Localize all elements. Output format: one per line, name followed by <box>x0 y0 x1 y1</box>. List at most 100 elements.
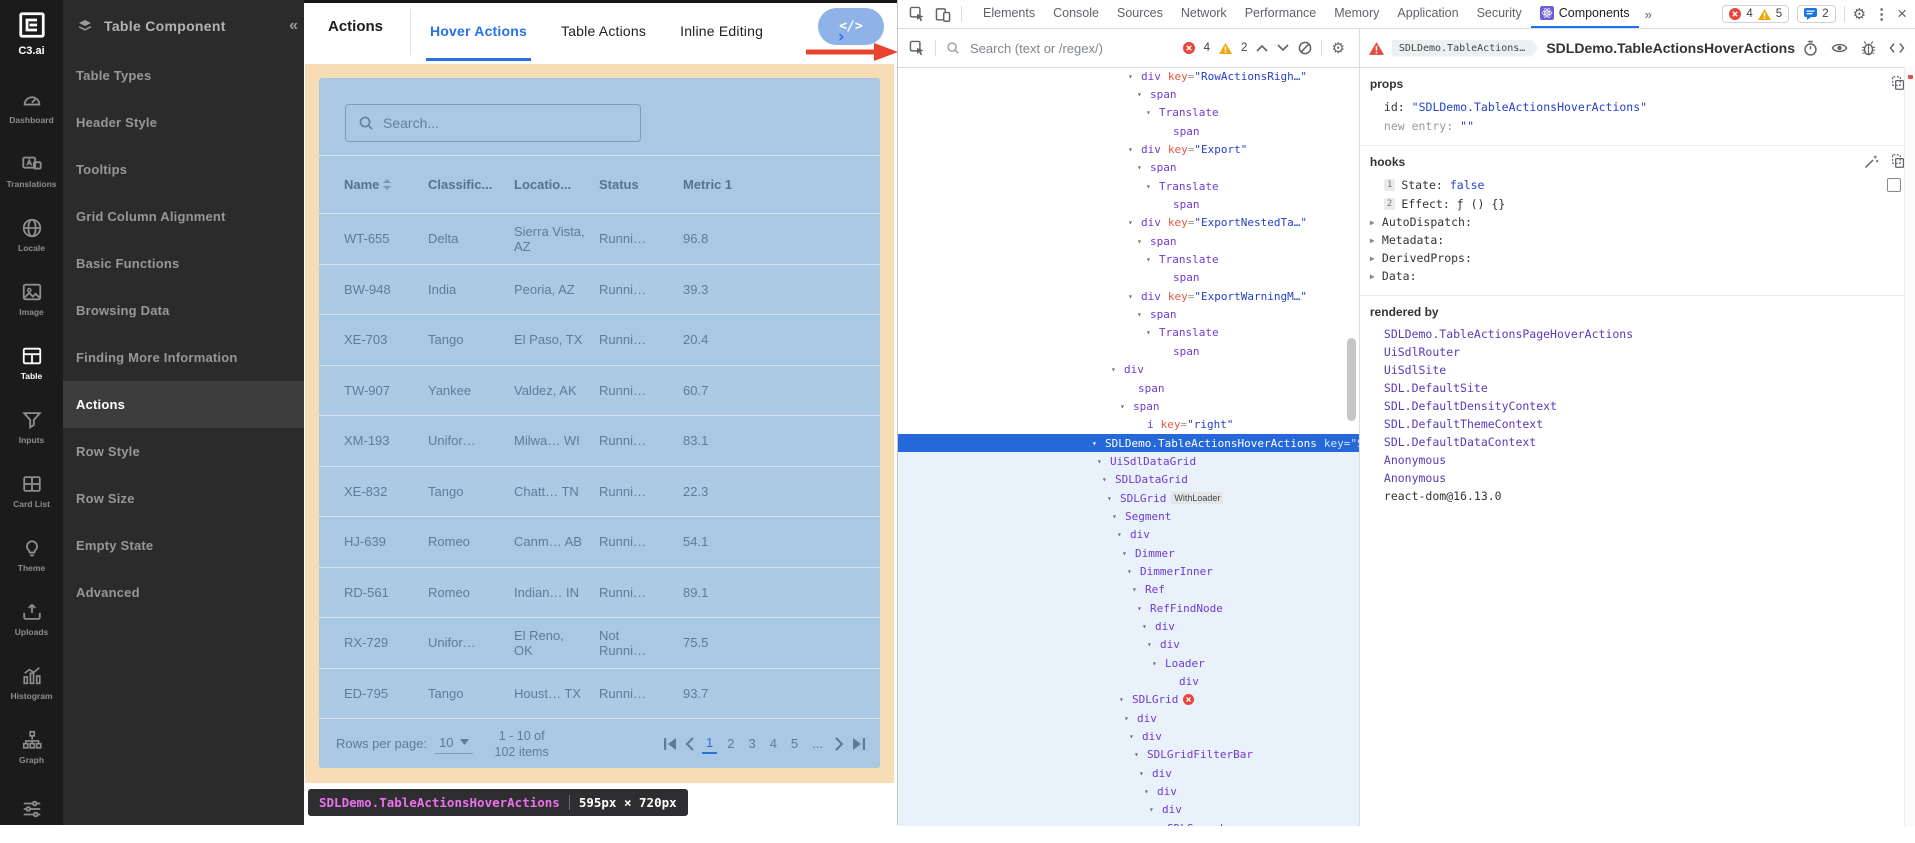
tree-disclosure-icon[interactable]: ▾ <box>1137 90 1150 99</box>
tree-disclosure-icon[interactable]: ▾ <box>1092 439 1105 448</box>
sidebar-item-row-style[interactable]: Row Style <box>63 428 304 475</box>
column-header-0[interactable]: Name <box>344 177 428 192</box>
column-header-3[interactable]: Status <box>599 177 683 192</box>
table-row[interactable]: BW-948 India Peoria, AZ Runni… 39.3 <box>319 264 880 315</box>
tree-row[interactable]: ▾ div key = "ExportWarningM…" <box>898 287 1359 305</box>
tree-disclosure-icon[interactable]: ▾ <box>1128 72 1141 81</box>
hook-group-data[interactable]: ▶ Data: <box>1370 267 1905 285</box>
sidebar-item-finding-more-information[interactable]: Finding More Information <box>63 334 304 381</box>
tree-row[interactable]: ▾ Segment <box>898 507 1359 526</box>
column-header-1[interactable]: Classific... <box>428 177 514 192</box>
tree-disclosure-icon[interactable]: ▾ <box>1137 163 1150 172</box>
tree-row[interactable]: ▾ Translate <box>898 324 1359 342</box>
first-page-button[interactable] <box>663 737 678 751</box>
rendered-by-item[interactable]: SDL.DefaultSite <box>1370 379 1905 397</box>
tree-row[interactable]: ▾ Translate <box>898 250 1359 268</box>
tree-row[interactable]: ▾ SDLGridFilterBar <box>898 745 1359 765</box>
rail-item-dashboard[interactable]: Dashboard <box>0 75 63 139</box>
rendered-by-item[interactable]: Anonymous <box>1370 469 1905 487</box>
rows-per-page-select[interactable]: 10 <box>435 734 473 754</box>
view-source-icon[interactable] <box>1889 42 1905 54</box>
tree-row[interactable]: ▾ span <box>898 397 1359 415</box>
table-row[interactable]: ED-795 Tango Houst… TX Runni… 93.7 <box>319 668 880 719</box>
table-row[interactable]: WT-655 Delta Sierra Vista, AZ Runni… 96.8 <box>319 214 880 265</box>
tree-disclosure-icon[interactable]: ▾ <box>1146 182 1159 191</box>
select-component-icon[interactable] <box>909 40 925 56</box>
tree-disclosure-icon[interactable]: ▾ <box>1097 457 1110 466</box>
tree-disclosure-icon[interactable]: ▾ <box>1122 549 1135 558</box>
sidebar-item-empty-state[interactable]: Empty State <box>63 522 304 569</box>
tree-row[interactable]: ▾ UiSdlDataGrid <box>898 452 1359 471</box>
rail-item-more[interactable] <box>0 779 63 843</box>
tree-disclosure-icon[interactable]: ▾ <box>1132 585 1145 594</box>
tree-disclosure-icon[interactable]: ▾ <box>1147 640 1160 649</box>
prop-row[interactable]: new entry: "" <box>1370 116 1905 135</box>
details-scrollbar[interactable] <box>1904 67 1915 826</box>
sidebar-item-row-size[interactable]: Row Size <box>63 475 304 522</box>
tree-disclosure-icon[interactable]: ▾ <box>1111 365 1124 374</box>
tree-row[interactable]: span <box>898 195 1359 213</box>
devtools-tab-memory[interactable]: Memory <box>1325 0 1388 28</box>
tree-disclosure-icon[interactable]: ▾ <box>1119 695 1132 704</box>
tree-row[interactable]: ▾ div <box>898 525 1359 544</box>
tree-disclosure-icon[interactable]: ▾ <box>1142 622 1155 631</box>
more-tabs-button[interactable]: » <box>1639 7 1658 22</box>
tree-disclosure-icon[interactable]: ▾ <box>1134 750 1147 759</box>
rail-item-inputs[interactable]: Inputs <box>0 395 63 459</box>
table-row[interactable]: XE-703 Tango El Paso, TX Runni… 20.4 <box>319 315 880 366</box>
sidebar-item-header-style[interactable]: Header Style <box>63 99 304 146</box>
tree-row[interactable]: div <box>898 672 1359 691</box>
sidebar-item-actions[interactable]: Actions <box>63 381 304 428</box>
table-row[interactable]: RX-729 Unifor… El Reno, OK Not Runni… 75.5 <box>319 618 880 669</box>
clear-errors-icon[interactable] <box>1298 41 1312 55</box>
rail-item-image[interactable]: Image <box>0 267 63 331</box>
hook-row[interactable]: 1 State: false <box>1370 175 1905 194</box>
tree-row[interactable]: ▾ DimmerInner <box>898 562 1359 581</box>
table-row[interactable]: XE-832 Tango Chatt… TN Runni… 22.3 <box>319 466 880 517</box>
tree-row[interactable]: ▾ div key = "Export" <box>898 140 1359 158</box>
issues-badge[interactable]: 2 <box>1797 5 1836 23</box>
tree-row[interactable]: ▾ Loader <box>898 654 1359 673</box>
tree-row[interactable]: ▾ SDLGrid WithLoader <box>898 488 1359 508</box>
tree-row[interactable]: ▾ RefFindNode <box>898 598 1359 618</box>
hook-row[interactable]: 2 Effect: ƒ () {} <box>1370 194 1905 213</box>
tab-inline-editing[interactable]: Inline Editing <box>676 3 767 61</box>
tree-disclosure-icon[interactable]: ▾ <box>1149 805 1162 814</box>
tab-hover-actions[interactable]: Hover Actions <box>426 3 531 61</box>
components-search-input[interactable]: Search (text or /regex/) <box>970 41 1173 56</box>
tree-disclosure-icon[interactable]: ▾ <box>1144 787 1157 796</box>
table-row[interactable]: TW-907 Yankee Valdez, AK Runni… 60.7 <box>319 365 880 416</box>
rail-item-locale[interactable]: Locale <box>0 203 63 267</box>
tree-row[interactable]: ▾ div <box>898 782 1359 801</box>
column-header-2[interactable]: Locatio... <box>514 177 599 192</box>
tree-row[interactable]: ▾ div <box>898 361 1359 379</box>
collapse-menu-button[interactable]: « <box>289 17 298 35</box>
devtools-tab-application[interactable]: Application <box>1388 0 1467 28</box>
prop-row[interactable]: id: "SDLDemo.TableActionsHoverActions" <box>1370 97 1905 116</box>
column-header-4[interactable]: Metric 1 <box>683 177 773 192</box>
last-page-button[interactable] <box>851 737 866 751</box>
tree-disclosure-icon[interactable]: ▾ <box>1137 604 1150 613</box>
prev-page-button[interactable] <box>685 736 695 751</box>
tree-disclosure-icon[interactable]: ▾ <box>1152 659 1165 668</box>
tree-disclosure-icon[interactable]: ▾ <box>1127 567 1140 576</box>
tree-row[interactable]: ▾ div <box>898 727 1359 746</box>
hook-group-metadata[interactable]: ▶ Metadata: <box>1370 231 1905 249</box>
table-search-input[interactable]: Search... <box>345 104 641 142</box>
inspect-dom-eye-icon[interactable] <box>1831 42 1848 54</box>
c3-logo[interactable]: C3.ai <box>17 10 47 57</box>
hook-group-autodispatch[interactable]: ▶ AutoDispatch: <box>1370 213 1905 231</box>
devtools-tab-performance[interactable]: Performance <box>1236 0 1326 28</box>
components-settings-icon[interactable]: ⚙ <box>1331 39 1344 57</box>
tree-row[interactable]: ▾ Translate <box>898 104 1359 122</box>
rail-item-theme[interactable]: Theme <box>0 523 63 587</box>
tree-row[interactable]: ▾ Dimmer <box>898 543 1359 563</box>
hook-checkbox[interactable] <box>1887 178 1901 192</box>
kebab-menu-icon[interactable]: ⋮ <box>1874 5 1889 23</box>
rendered-by-item[interactable]: UiSdlRouter <box>1370 343 1905 361</box>
devtools-tab-sources[interactable]: Sources <box>1108 0 1172 28</box>
suspense-stopwatch-icon[interactable] <box>1803 40 1818 56</box>
tree-disclosure-icon[interactable]: ▾ <box>1129 732 1142 741</box>
rendered-by-item[interactable]: UiSdlSite <box>1370 361 1905 379</box>
tree-row[interactable]: ▾ span <box>898 232 1359 250</box>
